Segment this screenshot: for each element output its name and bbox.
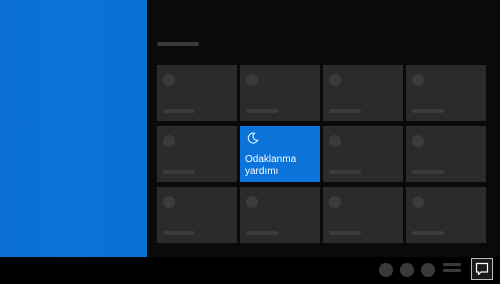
- tile-label-placeholder: [329, 231, 361, 235]
- tray-text-placeholder: [443, 263, 461, 277]
- tile-label-placeholder: [246, 231, 278, 235]
- tray-text-line: [443, 269, 461, 272]
- action-center-panel: Odaklanma yardımı: [147, 0, 500, 257]
- tile-label-placeholder: [329, 170, 361, 174]
- tile-icon-placeholder: [412, 196, 424, 208]
- tile-icon-placeholder: [329, 74, 341, 86]
- quick-action-tile[interactable]: [323, 187, 403, 243]
- quick-action-tile[interactable]: [406, 65, 486, 121]
- tile-icon-placeholder: [246, 74, 258, 86]
- tile-label-placeholder: [163, 231, 195, 235]
- tile-icon-placeholder: [329, 135, 341, 147]
- action-center-icon: [475, 262, 489, 276]
- tile-icon-placeholder: [246, 196, 258, 208]
- taskbar: [0, 257, 500, 284]
- tray-icon-placeholder[interactable]: [379, 263, 393, 277]
- tile-icon-placeholder: [163, 135, 175, 147]
- tile-icon-placeholder: [412, 135, 424, 147]
- tile-label-placeholder: [163, 170, 195, 174]
- quick-action-tile[interactable]: [323, 126, 403, 182]
- focus-assist-tile[interactable]: Odaklanma yardımı: [240, 126, 320, 182]
- quick-action-tile[interactable]: [157, 187, 237, 243]
- tile-icon-placeholder: [329, 196, 341, 208]
- tile-icon-placeholder: [163, 196, 175, 208]
- quick-action-tile[interactable]: [406, 126, 486, 182]
- focus-assist-label-line2: yardımı: [245, 166, 279, 177]
- focus-assist-label: Odaklanma yardımı: [245, 154, 317, 178]
- quick-action-tile[interactable]: [240, 65, 320, 121]
- tray-icon-placeholder[interactable]: [400, 263, 414, 277]
- tile-icon-placeholder: [412, 74, 424, 86]
- header-placeholder: [157, 42, 199, 46]
- quick-action-tile[interactable]: [157, 65, 237, 121]
- focus-assist-label-line1: Odaklanma: [245, 154, 297, 165]
- action-center-button[interactable]: [471, 258, 493, 280]
- quick-action-tile[interactable]: [157, 126, 237, 182]
- screen: Odaklanma yardımı: [0, 0, 500, 284]
- tile-label-placeholder: [412, 170, 444, 174]
- tile-label-placeholder: [246, 109, 278, 113]
- tile-label-placeholder: [412, 109, 444, 113]
- quick-action-tile[interactable]: [406, 187, 486, 243]
- tile-icon-placeholder: [163, 74, 175, 86]
- tray-text-line: [443, 263, 461, 266]
- quick-action-tile[interactable]: [240, 187, 320, 243]
- moon-icon: [247, 132, 259, 144]
- tile-label-placeholder: [329, 109, 361, 113]
- quick-action-tile[interactable]: [323, 65, 403, 121]
- tile-label-placeholder: [412, 231, 444, 235]
- desktop-background: [0, 0, 147, 257]
- tile-label-placeholder: [163, 109, 195, 113]
- tray-icon-placeholder[interactable]: [421, 263, 435, 277]
